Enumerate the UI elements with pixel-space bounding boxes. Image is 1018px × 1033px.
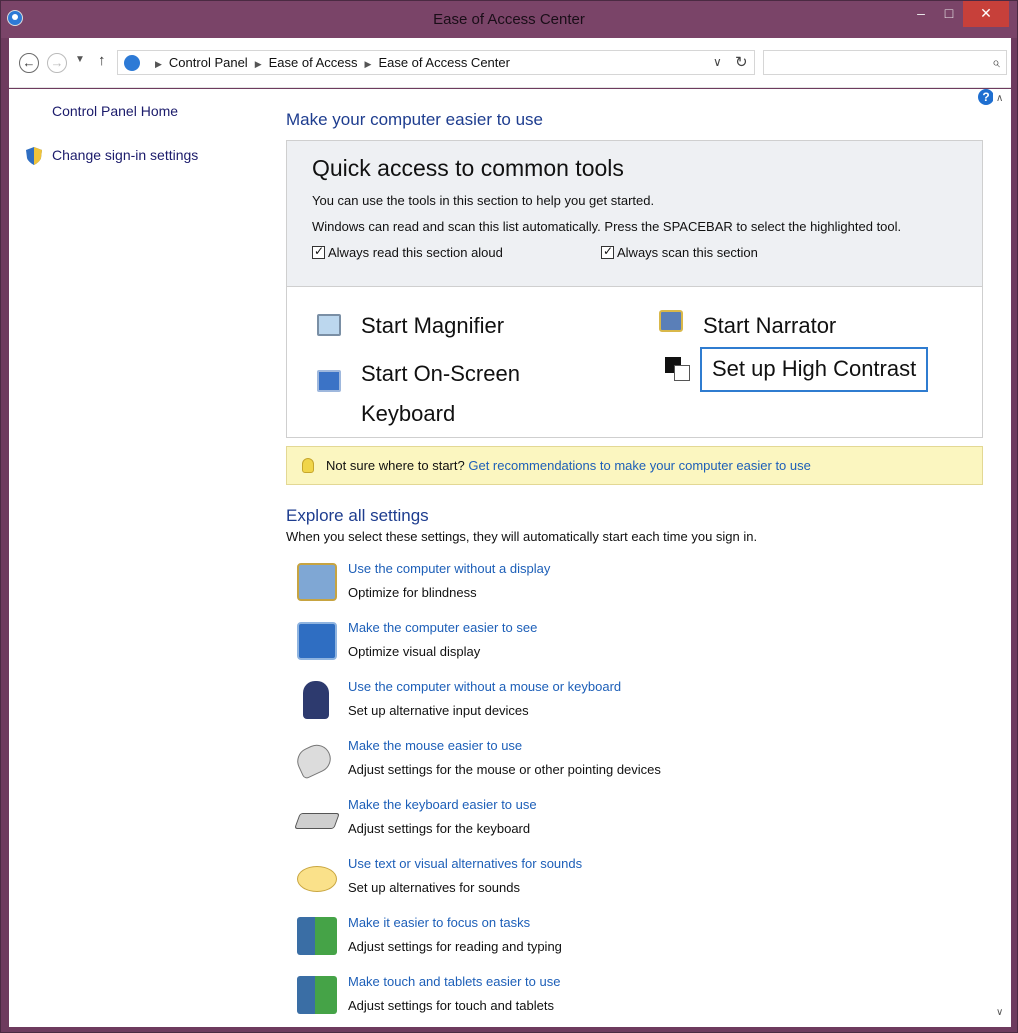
person-icon[interactable] xyxy=(303,681,329,719)
page-title: Make your computer easier to use xyxy=(286,110,544,129)
high-contrast-icon[interactable] xyxy=(665,357,691,381)
title-bar[interactable]: Ease of Access Center – □ ✕ xyxy=(1,1,1017,38)
window-title: Ease of Access Center xyxy=(433,11,585,28)
control-panel-home-link[interactable]: Control Panel Home xyxy=(52,103,178,119)
search-icon[interactable]: ⌕ xyxy=(992,54,1000,71)
on-screen-keyboard-label-line2[interactable]: Keyboard xyxy=(361,394,520,434)
navigation-bar: ← → ▼ ↑ ▶ Control Panel ▶ Ease of Access ▶ Ea… xyxy=(9,38,1011,88)
magnifier-icon[interactable] xyxy=(317,314,341,336)
setting-description: Set up alternative input devices xyxy=(348,703,529,718)
back-button[interactable]: ← xyxy=(19,53,39,73)
recent-locations-dropdown[interactable]: ▼ xyxy=(75,54,85,65)
forward-button[interactable]: → xyxy=(47,53,67,73)
read-aloud-label[interactable]: Always read this section aloud xyxy=(328,245,503,260)
recommendation-banner: Not sure where to start? Get recommendat… xyxy=(286,446,983,485)
setting-mouse[interactable]: Make the mouse easier to use Adjust sett… xyxy=(292,738,937,788)
vertical-scrollbar[interactable]: ∧ ∨ xyxy=(993,89,1011,1027)
quick-access-panel: Quick access to common tools You can use… xyxy=(286,140,983,438)
window: Ease of Access Center – □ ✕ ← → ▼ ↑ ▶ Con… xyxy=(0,0,1018,1033)
tablet-icon[interactable] xyxy=(297,976,337,1014)
setting-description: Adjust settings for touch and tablets xyxy=(348,998,554,1013)
refresh-icon[interactable]: ↻ xyxy=(735,53,748,71)
setting-link[interactable]: Make it easier to focus on tasks xyxy=(348,915,530,930)
setting-link[interactable]: Use the computer without a display xyxy=(348,561,550,576)
control-panel-icon xyxy=(124,55,140,71)
setting-description: Adjust settings for the mouse or other p… xyxy=(348,762,661,777)
quick-access-instructions: Windows can read and scan this list auto… xyxy=(312,219,902,234)
checkbox-checked-icon[interactable] xyxy=(312,244,325,259)
setting-description: Optimize for blindness xyxy=(348,585,477,600)
address-bar[interactable]: ▶ Control Panel ▶ Ease of Access ▶ Ease of Ac… xyxy=(117,50,755,75)
lightbulb-icon xyxy=(302,458,314,473)
setting-easier-to-see[interactable]: Make the computer easier to see Optimize… xyxy=(297,620,937,670)
setting-focus[interactable]: Make it easier to focus on tasks Adjust … xyxy=(297,915,937,965)
recommendations-link[interactable]: Get recommendations to make your compute… xyxy=(468,458,811,473)
quick-access-header: Quick access to common tools You can use… xyxy=(287,141,982,287)
setting-description: Adjust settings for reading and typing xyxy=(348,939,562,954)
breadcrumb-separator-icon[interactable]: ▶ xyxy=(155,59,162,69)
minimize-button[interactable]: – xyxy=(907,1,935,27)
set-up-high-contrast-button[interactable]: Set up High Contrast xyxy=(700,347,929,392)
focus-icon[interactable] xyxy=(297,917,337,955)
start-on-screen-keyboard-button[interactable]: Start On-Screen Keyboard xyxy=(361,354,520,434)
quick-access-description: You can use the tools in this section to… xyxy=(312,193,655,208)
keyboard-icon[interactable] xyxy=(294,813,340,829)
start-narrator-button[interactable]: Start Narrator xyxy=(703,313,836,339)
setting-without-mouse-keyboard[interactable]: Use the computer without a mouse or keyb… xyxy=(297,679,937,729)
close-button[interactable]: ✕ xyxy=(963,1,1009,27)
monitor-icon[interactable] xyxy=(297,563,337,601)
search-field[interactable]: ⌕ xyxy=(763,50,1007,75)
content-area: Control Panel Home Change sign-in settin… xyxy=(9,89,1011,1027)
setting-sounds[interactable]: Use text or visual alternatives for soun… xyxy=(297,856,937,906)
maximize-button[interactable]: □ xyxy=(935,1,963,27)
setting-description: Optimize visual display xyxy=(348,644,481,659)
shield-icon xyxy=(26,147,42,165)
setting-link[interactable]: Use the computer without a mouse or keyb… xyxy=(348,679,621,694)
setting-link[interactable]: Make touch and tablets easier to use xyxy=(348,974,560,989)
explore-heading: Explore all settings xyxy=(286,506,429,525)
start-magnifier-button[interactable]: Start Magnifier xyxy=(361,313,504,339)
on-screen-keyboard-icon[interactable] xyxy=(317,370,341,392)
speech-bubble-icon[interactable] xyxy=(297,866,337,892)
setting-link[interactable]: Make the mouse easier to use xyxy=(348,738,522,753)
setting-description: Set up alternatives for sounds xyxy=(348,880,520,895)
breadcrumb-control-panel[interactable]: Control Panel xyxy=(169,55,248,70)
scroll-up-icon[interactable]: ∧ xyxy=(996,93,1003,104)
read-aloud-checkbox[interactable]: Always read this section aloud xyxy=(312,244,503,260)
help-icon[interactable]: ? xyxy=(978,89,994,105)
breadcrumb-ease-of-access-center[interactable]: Ease of Access Center xyxy=(378,55,510,70)
setting-link[interactable]: Use text or visual alternatives for soun… xyxy=(348,856,582,871)
address-dropdown-icon[interactable]: ∨ xyxy=(713,55,722,69)
recommendation-prompt: Not sure where to start? xyxy=(326,458,465,473)
checkbox-checked-icon[interactable] xyxy=(601,244,614,259)
setting-keyboard[interactable]: Make the keyboard easier to use Adjust s… xyxy=(294,797,937,847)
breadcrumb-separator-icon[interactable]: ▶ xyxy=(365,59,372,69)
quick-access-title: Quick access to common tools xyxy=(312,155,624,181)
change-sign-in-settings-link[interactable]: Change sign-in settings xyxy=(52,147,198,163)
setting-link[interactable]: Make the computer easier to see xyxy=(348,620,537,635)
setting-without-display[interactable]: Use the computer without a display Optim… xyxy=(297,561,937,611)
breadcrumb: ▶ Control Panel ▶ Ease of Access ▶ Ease of Ac… xyxy=(148,55,510,70)
explore-subtitle: When you select these settings, they wil… xyxy=(286,529,758,544)
narrator-icon[interactable] xyxy=(659,310,683,332)
mouse-icon[interactable] xyxy=(292,740,336,780)
scan-checkbox[interactable]: Always scan this section xyxy=(601,244,758,260)
on-screen-keyboard-label-line1[interactable]: Start On-Screen xyxy=(361,354,520,394)
setting-description: Adjust settings for the keyboard xyxy=(348,821,531,836)
breadcrumb-separator-icon[interactable]: ▶ xyxy=(255,59,262,69)
scroll-down-icon[interactable]: ∨ xyxy=(996,1007,1003,1018)
breadcrumb-ease-of-access[interactable]: Ease of Access xyxy=(269,55,358,70)
up-button[interactable]: ↑ xyxy=(98,52,106,69)
magnifier-monitor-icon[interactable] xyxy=(297,622,337,660)
scan-label[interactable]: Always scan this section xyxy=(617,245,758,260)
setting-link[interactable]: Make the keyboard easier to use xyxy=(348,797,537,812)
recommendation-text: Not sure where to start? Get recommendat… xyxy=(326,458,811,473)
setting-touch-tablets[interactable]: Make touch and tablets easier to use Adj… xyxy=(297,974,937,1024)
